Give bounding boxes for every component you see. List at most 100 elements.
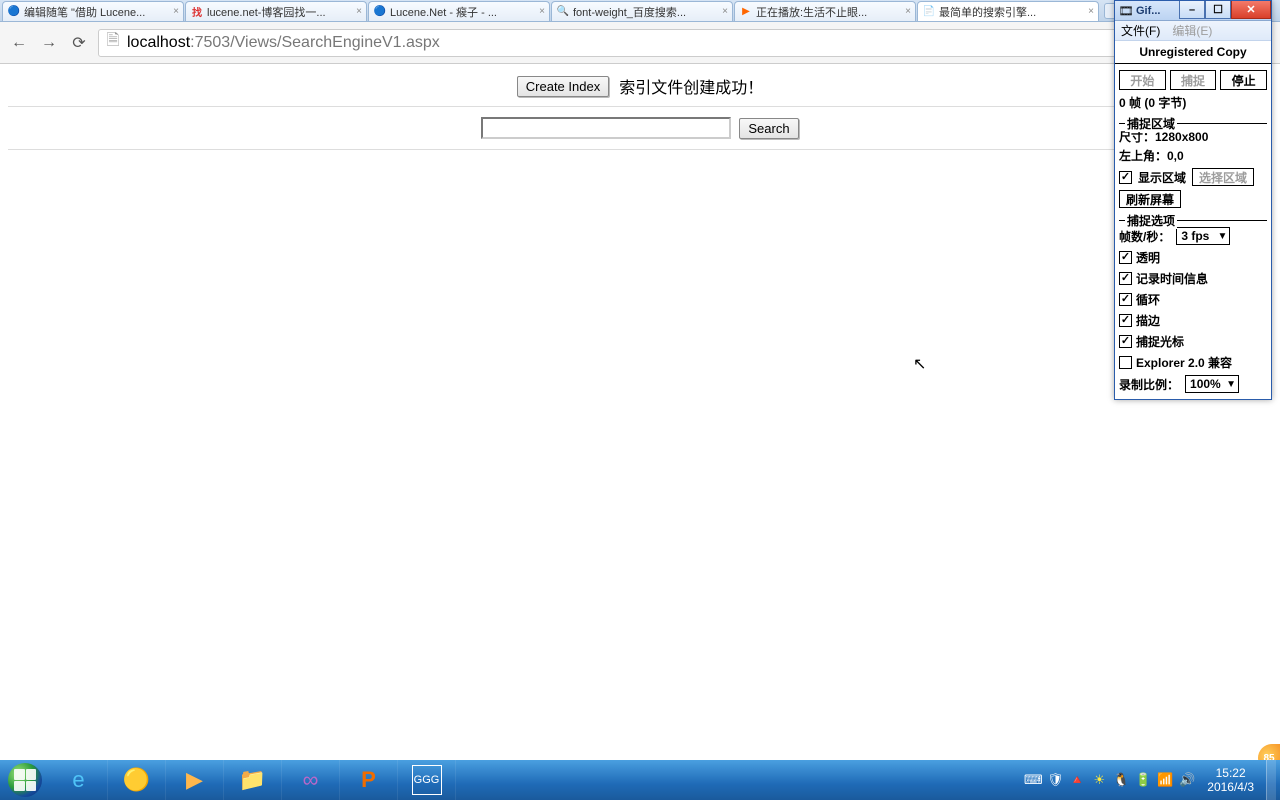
browser-tab[interactable]: 🔵 Lucene.Net - 瘊子 - ... × (368, 1, 550, 21)
scale-label: 录制比例： (1119, 376, 1179, 393)
tray-icon[interactable]: 🛡 (1047, 772, 1063, 788)
taskbar-items: e 🟡 ▶ 📁 ∞ P GGG (50, 760, 456, 800)
chevron-down-icon: ▼ (1226, 379, 1236, 390)
tray-icon[interactable]: ⌨ (1025, 772, 1041, 788)
tab-title: 最简单的搜索引擎... (939, 4, 1084, 20)
cursor-label: 捕捉光标 (1136, 333, 1184, 350)
tray-icon[interactable]: ☀ (1091, 772, 1107, 788)
stroke-checkbox[interactable]: ✓ (1119, 314, 1132, 327)
region-legend: 捕捉区域 (1125, 115, 1177, 132)
search-button[interactable]: Search (739, 118, 798, 139)
scale-select[interactable]: 100% ▼ (1185, 375, 1239, 393)
cursor-icon: ↖ (913, 354, 926, 374)
show-desktop-button[interactable] (1266, 760, 1276, 800)
index-row: Create Index 索引文件创建成功！ (8, 68, 1272, 107)
url-host: localhost (127, 34, 190, 51)
chrome-icon: 🟡 (122, 765, 152, 795)
reload-button[interactable]: ⟳ (68, 32, 90, 54)
fps-select[interactable]: 3 fps ▼ (1176, 227, 1230, 245)
tray-icon[interactable]: 📶 (1157, 772, 1173, 788)
gif-menubar: 文件(F) 编辑(E) (1115, 21, 1271, 41)
url-text: localhost:7503/Views/SearchEngineV1.aspx (127, 34, 440, 52)
stop-button[interactable]: 停止 (1220, 70, 1267, 90)
favicon-icon: 🔵 (7, 5, 21, 19)
favicon-icon: 🔍 (556, 5, 570, 19)
start-button[interactable] (0, 760, 50, 800)
taskbar-item-ppt[interactable]: P (340, 760, 398, 800)
transparent-checkbox[interactable]: ✓ (1119, 251, 1132, 264)
tray-icon[interactable]: 🐧 (1113, 772, 1129, 788)
gif-body: 开始 捕捉 停止 0 帧 (0 字节) 捕捉区域 尺寸：1280x800 左上角… (1115, 64, 1271, 399)
browser-tab[interactable]: 找 lucene.net-博客园找一... × (185, 1, 367, 21)
create-index-button[interactable]: Create Index (517, 76, 609, 97)
chevron-down-icon: ▼ (1217, 231, 1227, 242)
taskbar-clock[interactable]: 15:22 2016/4/3 (1207, 766, 1254, 794)
close-icon[interactable]: × (1088, 6, 1094, 17)
taskbar-item-wmp[interactable]: ▶ (166, 760, 224, 800)
taskbar-item-ie[interactable]: e (50, 760, 108, 800)
options-fieldset: 捕捉选项 帧数/秒： 3 fps ▼ ✓透明 ✓记录时间信息 ✓循环 ✓描边 ✓… (1119, 220, 1267, 393)
close-button[interactable]: ✕ (1231, 1, 1271, 19)
taskbar-item-gif[interactable]: GGG (398, 760, 456, 800)
browser-tab[interactable]: 🔍 font-weight_百度搜索... × (551, 1, 733, 21)
taskbar-item-vs[interactable]: ∞ (282, 760, 340, 800)
address-bar[interactable]: 🗎 localhost:7503/Views/SearchEngineV1.as… (98, 29, 1272, 57)
browser-tab-active[interactable]: 📄 最简单的搜索引擎... × (917, 1, 1099, 21)
search-input[interactable] (481, 117, 731, 139)
ie-icon: e (64, 765, 94, 795)
forward-button[interactable]: → (38, 32, 60, 54)
tab-title: Lucene.Net - 瘊子 - ... (390, 4, 535, 20)
close-icon[interactable]: × (173, 6, 179, 17)
cursor-checkbox[interactable]: ✓ (1119, 335, 1132, 348)
menu-edit: 编辑(E) (1172, 22, 1212, 39)
browser-tab[interactable]: ▶ 正在播放:生活不止眼... × (734, 1, 916, 21)
close-icon[interactable]: × (722, 6, 728, 17)
fps-label: 帧数/秒： (1119, 228, 1170, 245)
taskbar-item-chrome[interactable]: 🟡 (108, 760, 166, 800)
close-icon[interactable]: × (905, 6, 911, 17)
browser-tab[interactable]: 🔵 编辑随笔 "借助 Lucene... × (2, 1, 184, 21)
search-row: Search (8, 107, 1272, 150)
favicon-icon: 找 (190, 5, 204, 19)
close-icon[interactable]: × (539, 6, 545, 17)
tray-icon[interactable]: 🔺 (1069, 772, 1085, 788)
browser-nav-bar: ← → ⟳ 🗎 localhost:7503/Views/SearchEngin… (0, 22, 1280, 64)
tab-title: lucene.net-博客园找一... (207, 4, 352, 20)
start-button: 开始 (1119, 70, 1166, 90)
explorer-checkbox[interactable] (1119, 356, 1132, 369)
status-text: 索引文件创建成功！ (619, 74, 763, 98)
region-fieldset: 捕捉区域 尺寸：1280x800 左上角：0,0 ✓ 显示区域 选择区域 刷新屏… (1119, 123, 1267, 208)
gif-titlebar[interactable]: 🎞 Gif... – ☐ ✕ (1115, 1, 1271, 21)
close-icon[interactable]: × (356, 6, 362, 17)
favicon-icon: 🔵 (373, 5, 387, 19)
time-label: 记录时间信息 (1136, 270, 1208, 287)
clock-date: 2016/4/3 (1207, 780, 1254, 794)
time-checkbox[interactable]: ✓ (1119, 272, 1132, 285)
show-region-label: 显示区域 (1138, 169, 1186, 186)
maximize-button[interactable]: ☐ (1205, 1, 1231, 19)
page-icon: 🗎 (105, 35, 121, 51)
powerpoint-icon: P (354, 765, 384, 795)
tray-icon[interactable]: 🔊 (1179, 772, 1195, 788)
options-legend: 捕捉选项 (1125, 212, 1177, 229)
clock-time: 15:22 (1207, 766, 1254, 780)
page-content: Create Index 索引文件创建成功！ Search ↖ 85 (0, 64, 1280, 760)
loop-checkbox[interactable]: ✓ (1119, 293, 1132, 306)
menu-file[interactable]: 文件(F) (1121, 22, 1160, 39)
taskbar-item-explorer[interactable]: 📁 (224, 760, 282, 800)
system-tray: ⌨ 🛡 🔺 ☀ 🐧 🔋 📶 🔊 15:22 2016/4/3 (1025, 760, 1280, 800)
minimize-button[interactable]: – (1179, 1, 1205, 19)
media-player-icon: ▶ (180, 765, 210, 795)
unregistered-label: Unregistered Copy (1115, 41, 1271, 64)
refresh-screen-button[interactable]: 刷新屏幕 (1119, 190, 1181, 208)
tray-icon[interactable]: 🔋 (1135, 772, 1151, 788)
gif-recorder-window[interactable]: 🎞 Gif... – ☐ ✕ 文件(F) 编辑(E) Unregistered … (1114, 0, 1272, 400)
url-path: :7503/Views/SearchEngineV1.aspx (190, 34, 440, 51)
explorer-label: Explorer 2.0 兼容 (1136, 354, 1232, 371)
back-button[interactable]: ← (8, 32, 30, 54)
frame-status: 0 帧 (0 字节) (1119, 94, 1267, 111)
show-region-checkbox[interactable]: ✓ (1119, 171, 1132, 184)
gif-app-icon: GGG (412, 765, 442, 795)
scale-value: 100% (1190, 377, 1221, 391)
windows-logo-icon (8, 763, 42, 797)
